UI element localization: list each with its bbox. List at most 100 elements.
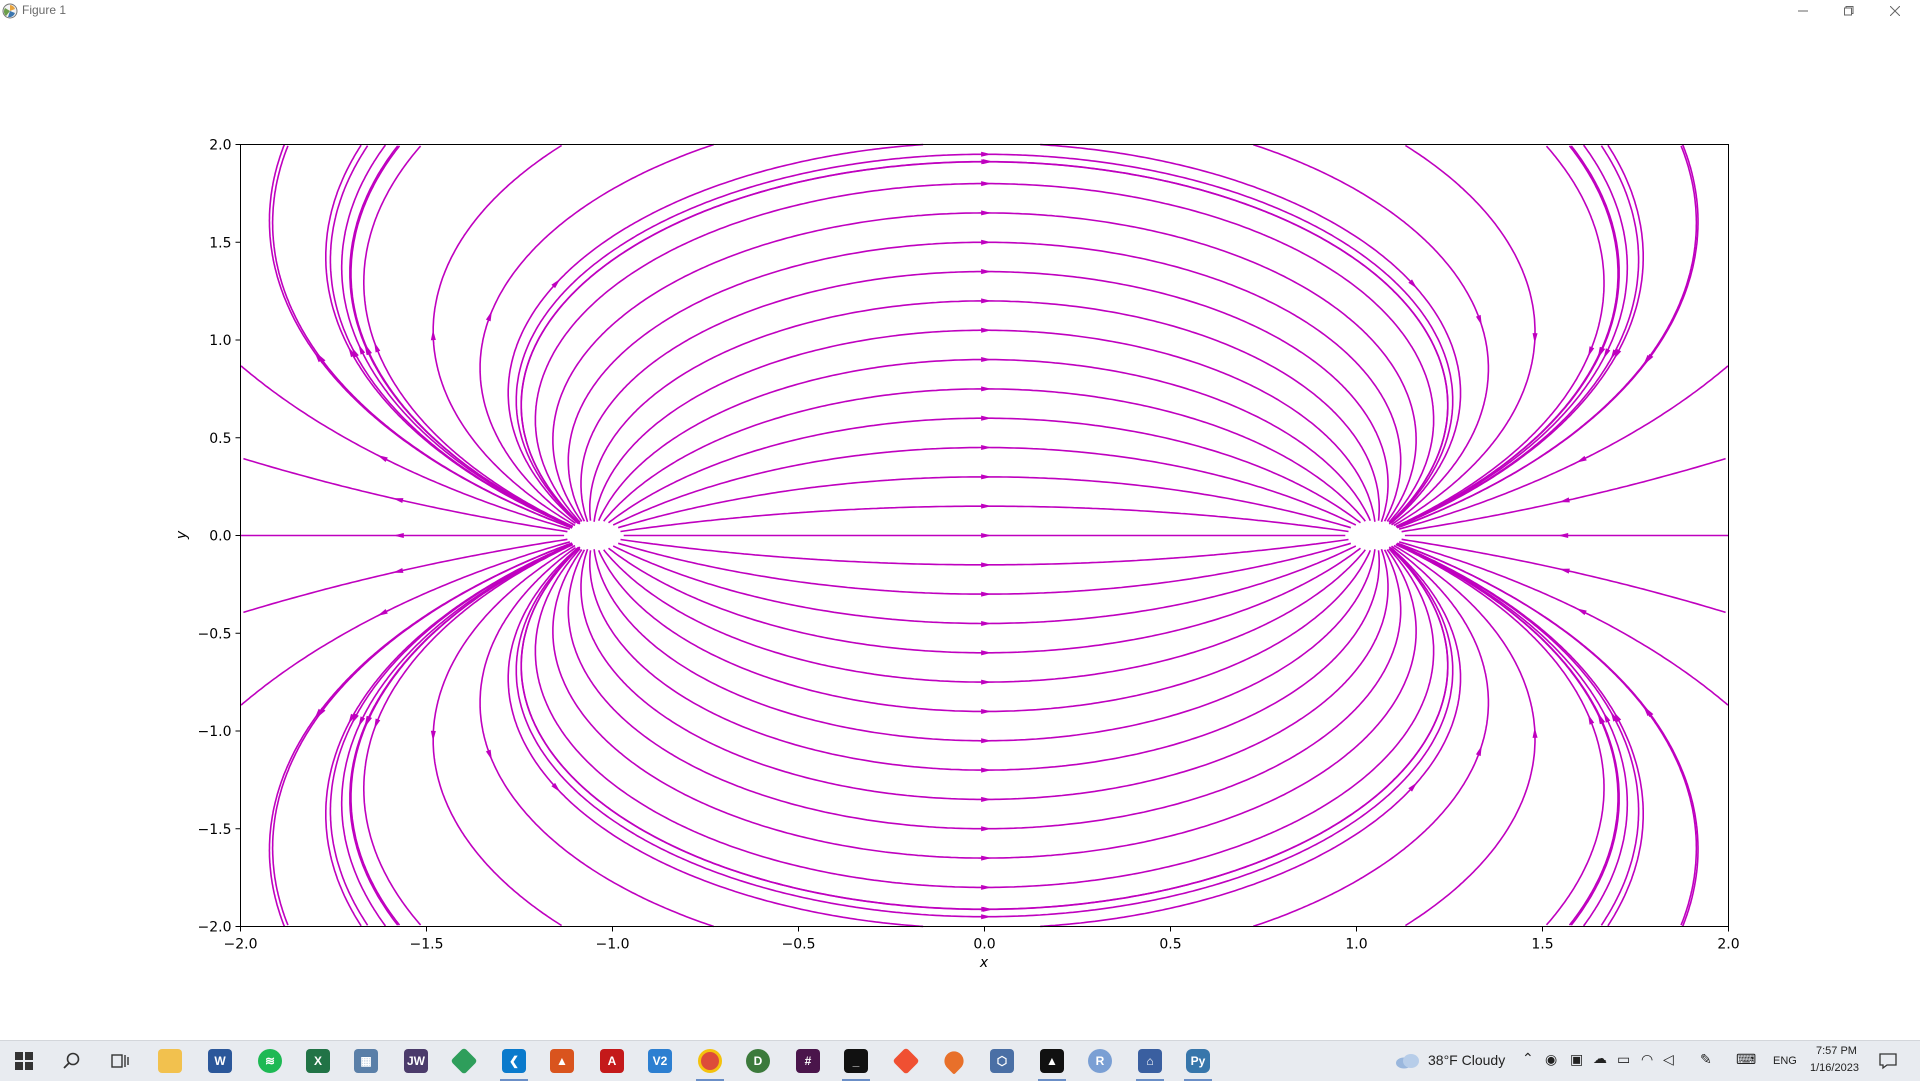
streamline bbox=[1399, 144, 1699, 528]
python-button[interactable]: Py bbox=[1174, 1041, 1222, 1081]
onedrive-icon[interactable]: ☁ bbox=[1593, 1050, 1607, 1067]
x-tick-label: −1.5 bbox=[410, 937, 444, 953]
word-button[interactable]: W bbox=[196, 1041, 244, 1081]
streamline-arrow bbox=[981, 474, 992, 480]
chrome-dev-button[interactable]: D bbox=[734, 1041, 782, 1081]
y-tick-label: 2.0 bbox=[209, 138, 231, 154]
streamline bbox=[567, 549, 1402, 830]
streamline-arrow bbox=[981, 855, 992, 861]
chrome-icon bbox=[698, 1049, 722, 1073]
wifi-icon[interactable]: ◠ bbox=[1641, 1051, 1653, 1068]
blender-drop-button[interactable] bbox=[930, 1041, 978, 1081]
streamline-arrow bbox=[1587, 714, 1595, 725]
spotify-button[interactable]: ≋ bbox=[246, 1041, 294, 1081]
volume-icon[interactable]: ◁ bbox=[1663, 1051, 1674, 1068]
matlab-button[interactable]: ▲ bbox=[538, 1041, 586, 1081]
network-app-icon: ⌂ bbox=[1138, 1049, 1162, 1073]
tray-meet-icon[interactable]: ▣ bbox=[1570, 1051, 1583, 1068]
streamline-arrow bbox=[981, 532, 992, 539]
calculator-button[interactable]: ▦ bbox=[342, 1041, 390, 1081]
streamline bbox=[520, 160, 1449, 524]
matlab-icon: ▲ bbox=[550, 1049, 574, 1073]
streamline bbox=[268, 144, 573, 529]
excel-button[interactable]: X bbox=[294, 1041, 342, 1081]
task-view-button[interactable] bbox=[96, 1041, 144, 1081]
streamline-arrow bbox=[1532, 727, 1538, 738]
streamline bbox=[507, 143, 924, 525]
streamline-arrow bbox=[981, 445, 992, 451]
streamline bbox=[515, 546, 1454, 918]
acrobat-button[interactable]: A bbox=[588, 1041, 636, 1081]
battery-icon[interactable]: ▭ bbox=[1617, 1051, 1630, 1068]
y-tick-label: −0.5 bbox=[198, 626, 232, 642]
streamline bbox=[620, 538, 1349, 566]
streamline-arrow bbox=[981, 386, 992, 392]
git-icon bbox=[892, 1047, 920, 1075]
start-button[interactable] bbox=[0, 1041, 48, 1081]
streamline bbox=[603, 549, 1366, 683]
streamline-arrow bbox=[374, 718, 381, 730]
r-icon: R bbox=[1088, 1049, 1112, 1073]
x-tick-label: 2.0 bbox=[1717, 937, 1739, 953]
terminal-button[interactable]: _ bbox=[832, 1041, 880, 1081]
streamline bbox=[1396, 145, 1698, 529]
3d-box-button[interactable]: ⬡ bbox=[978, 1041, 1026, 1081]
weather-text[interactable]: 38°F Cloudy bbox=[1428, 1052, 1505, 1068]
streamline-arrow bbox=[981, 239, 992, 245]
pen-icon[interactable]: ✎ bbox=[1700, 1051, 1712, 1068]
3d-box-icon: ⬡ bbox=[990, 1049, 1014, 1073]
streamline-arrow bbox=[1557, 532, 1569, 539]
search-button[interactable] bbox=[48, 1041, 96, 1081]
jw-icon: JW bbox=[404, 1049, 428, 1073]
terminal-icon: _ bbox=[844, 1049, 868, 1073]
chrome-dev-icon: D bbox=[746, 1049, 770, 1073]
x-tick-label: 1.0 bbox=[1345, 937, 1367, 953]
streamline bbox=[597, 549, 1372, 713]
notifications-icon[interactable] bbox=[1879, 1052, 1897, 1070]
vscode-button[interactable]: ❮ bbox=[490, 1041, 538, 1081]
vscode-icon: ❮ bbox=[502, 1049, 526, 1073]
streamline-arrow bbox=[981, 269, 992, 275]
slack-button[interactable]: # bbox=[784, 1041, 832, 1081]
streamline bbox=[520, 546, 1449, 910]
streamline-arrow bbox=[981, 884, 992, 890]
clock-date[interactable]: 1/16/2023 bbox=[1810, 1062, 1859, 1074]
streamline bbox=[1393, 144, 1536, 527]
streamline bbox=[507, 546, 924, 928]
start-icon bbox=[15, 1052, 33, 1070]
streamline-arrow bbox=[981, 914, 992, 920]
streamline-arrow bbox=[981, 796, 992, 802]
streamline bbox=[612, 446, 1357, 526]
streamline bbox=[1399, 543, 1699, 927]
streamline-arrow bbox=[485, 749, 492, 761]
x-tick-label: 0.5 bbox=[1159, 937, 1181, 953]
streamline-arrow bbox=[981, 679, 992, 685]
file-explorer-icon bbox=[158, 1049, 182, 1073]
v2-button[interactable]: V2 bbox=[636, 1041, 684, 1081]
inkscape-icon: ▲ bbox=[1040, 1049, 1064, 1073]
streamline bbox=[552, 212, 1417, 522]
network-app-button[interactable]: ⌂ bbox=[1126, 1041, 1174, 1081]
x-tick-label: 1.5 bbox=[1531, 937, 1553, 953]
y-tick-label: 1.5 bbox=[209, 235, 231, 251]
streamline-arrow bbox=[981, 415, 992, 421]
app-diamond-button[interactable] bbox=[440, 1041, 488, 1081]
y-tick-label: −1.0 bbox=[198, 724, 232, 740]
chrome-button[interactable] bbox=[686, 1041, 734, 1081]
tray-record-icon[interactable]: ◉ bbox=[1545, 1051, 1557, 1068]
clock-time[interactable]: 7:57 PM bbox=[1816, 1045, 1857, 1057]
y-axis-label: y bbox=[174, 530, 190, 540]
keyboard-icon[interactable]: ⌨ bbox=[1736, 1051, 1756, 1068]
streamline bbox=[268, 542, 573, 927]
git-button[interactable] bbox=[882, 1041, 930, 1081]
r-button[interactable]: R bbox=[1076, 1041, 1124, 1081]
file-explorer-button[interactable] bbox=[146, 1041, 194, 1081]
tray-chevron-icon[interactable]: ⌃ bbox=[1522, 1050, 1534, 1067]
inkscape-button[interactable]: ▲ bbox=[1028, 1041, 1076, 1081]
language-indicator[interactable]: ENG bbox=[1773, 1055, 1797, 1067]
y-tick-label: 1.0 bbox=[209, 333, 231, 349]
app-diamond-icon bbox=[450, 1047, 478, 1075]
streamline-arrow bbox=[981, 650, 992, 656]
streamline-arrow bbox=[392, 567, 404, 573]
jw-button[interactable]: JW bbox=[392, 1041, 440, 1081]
